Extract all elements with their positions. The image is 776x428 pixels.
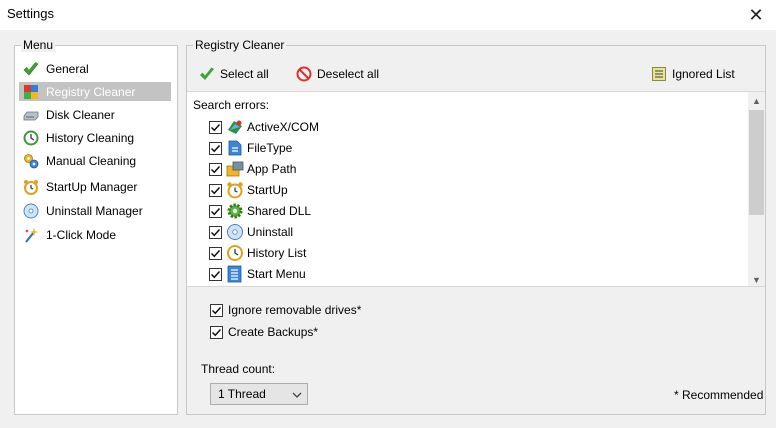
ignore-removable-drives-option[interactable]: Ignore removable drives*	[210, 303, 361, 317]
recommended-note: * Recommended	[674, 388, 764, 402]
ignored-list-button[interactable]: Ignored List	[651, 66, 735, 82]
start-menu-icon	[226, 265, 244, 283]
select-all-label: Select all	[220, 67, 269, 81]
error-item-label: ActiveX/COM	[247, 120, 320, 134]
deselect-all-button[interactable]: Deselect all	[296, 66, 379, 82]
error-item-label: Uninstall	[247, 225, 294, 239]
checkbox[interactable]	[209, 225, 222, 239]
no-entry-icon	[296, 66, 312, 82]
error-item-label: FileType	[247, 141, 293, 155]
gear-icon	[226, 202, 244, 220]
checkbox[interactable]	[209, 141, 222, 155]
ignored-list-label: Ignored List	[672, 67, 735, 81]
alarm-clock-icon	[226, 181, 244, 199]
chevron-down-icon	[292, 389, 302, 403]
error-item-label: StartUp	[247, 183, 288, 197]
checkbox[interactable]	[210, 303, 223, 317]
menu-item-label: Registry Cleaner	[46, 84, 136, 99]
menu-item-manual-cleaning[interactable]: Manual Cleaning	[19, 151, 171, 170]
menu-item-label: History Cleaning	[46, 130, 135, 145]
menu-item-registry-cleaner[interactable]: Registry Cleaner	[19, 82, 171, 101]
activex-icon	[226, 118, 244, 136]
thread-count-label: Thread count:	[201, 362, 276, 376]
error-item-shared-dll[interactable]: Shared DLL	[209, 201, 311, 221]
deselect-all-label: Deselect all	[317, 67, 380, 81]
menu-group: Menu General Registry Cleaner Disk Clean…	[14, 38, 178, 415]
checkbox[interactable]	[209, 183, 222, 197]
menu-item-disk-cleaner[interactable]: Disk Cleaner	[19, 105, 171, 124]
search-errors-label: Search errors:	[193, 98, 270, 112]
thread-count-select[interactable]: 1 Thread	[210, 383, 308, 405]
vertical-scrollbar[interactable]: ▲ ▼	[748, 92, 765, 286]
list-icon	[651, 66, 667, 82]
check-icon	[199, 66, 215, 82]
history-icon	[23, 130, 39, 146]
chevron-down-icon: ▼	[752, 274, 761, 285]
menu-item-general[interactable]: General	[19, 59, 171, 78]
error-item-label: App Path	[247, 162, 297, 176]
cd-icon	[23, 203, 39, 219]
gears-icon	[23, 153, 39, 169]
menu-item-label: Manual Cleaning	[46, 153, 137, 168]
search-errors-panel: Search errors: ActiveX/COM FileType App …	[187, 91, 765, 287]
create-backups-option[interactable]: Create Backups*	[210, 325, 318, 339]
menu-item-label: General	[46, 61, 89, 76]
error-item-start-menu[interactable]: Start Menu	[209, 264, 306, 284]
error-item-startup[interactable]: StartUp	[209, 180, 288, 200]
registry-cleaner-group-label: Registry Cleaner	[193, 38, 287, 52]
window-title: Settings	[7, 6, 54, 21]
error-item-label: History List	[247, 246, 307, 260]
scroll-down-button[interactable]: ▼	[748, 271, 765, 286]
title-bar: Settings ✕	[0, 0, 776, 30]
history-icon	[226, 244, 244, 262]
error-item-activex-com[interactable]: ActiveX/COM	[209, 117, 319, 137]
menu-item-history-cleaning[interactable]: History Cleaning	[19, 128, 171, 147]
menu-item-label: Uninstall Manager	[46, 203, 143, 218]
error-item-app-path[interactable]: App Path	[209, 159, 296, 179]
disk-icon	[23, 107, 39, 123]
error-item-history-list[interactable]: History List	[209, 243, 306, 263]
magic-wand-icon	[23, 227, 39, 243]
checkbox[interactable]	[209, 267, 222, 281]
check-icon	[23, 61, 39, 77]
menu-item-label: StartUp Manager	[46, 179, 138, 194]
checkbox[interactable]	[210, 325, 223, 339]
create-backups-label: Create Backups*	[228, 325, 319, 339]
error-item-uninstall[interactable]: Uninstall	[209, 222, 293, 242]
checkbox[interactable]	[209, 120, 222, 134]
scrollbar-thumb[interactable]	[749, 110, 764, 215]
checkbox[interactable]	[209, 246, 222, 260]
checkbox[interactable]	[209, 204, 222, 218]
thread-count-value: 1 Thread	[218, 387, 266, 401]
menu-item-label: 1-Click Mode	[46, 227, 117, 242]
menu-item-startup-manager[interactable]: StartUp Manager	[19, 177, 171, 196]
error-item-filetype[interactable]: FileType	[209, 138, 292, 158]
select-all-button[interactable]: Select all	[199, 66, 269, 82]
app-path-icon	[226, 160, 244, 178]
scroll-up-button[interactable]: ▲	[748, 92, 765, 109]
checkbox[interactable]	[209, 162, 222, 176]
error-item-label: Start Menu	[247, 267, 306, 281]
menu-group-label: Menu	[21, 38, 56, 52]
registry-cubes-icon	[23, 84, 39, 100]
close-button[interactable]: ✕	[736, 0, 776, 30]
menu-item-one-click-mode[interactable]: 1-Click Mode	[19, 225, 171, 244]
chevron-up-icon: ▲	[752, 95, 761, 106]
menu-item-uninstall-manager[interactable]: Uninstall Manager	[19, 201, 171, 220]
alarm-clock-icon	[23, 179, 39, 195]
ignore-removable-label: Ignore removable drives*	[228, 303, 362, 317]
close-icon: ✕	[748, 4, 764, 25]
filetype-icon	[226, 139, 244, 157]
cd-icon	[226, 223, 244, 241]
error-item-label: Shared DLL	[247, 204, 312, 218]
menu-item-label: Disk Cleaner	[46, 107, 115, 122]
